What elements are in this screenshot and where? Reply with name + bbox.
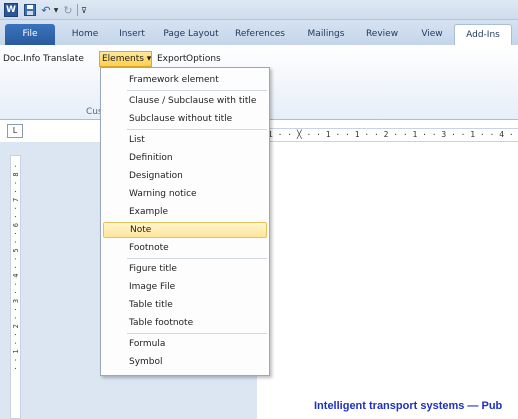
- export-menu[interactable]: Export: [157, 51, 186, 67]
- word-icon[interactable]: W: [4, 3, 18, 17]
- menu-item-list[interactable]: List: [103, 132, 267, 148]
- document-title-text[interactable]: Intelligent transport systems — Pub: [314, 400, 502, 412]
- tab-references[interactable]: References: [232, 24, 288, 45]
- menu-separator: [127, 90, 267, 91]
- vertical-ruler[interactable]: · · 1 · · 2 · · 3 · · 4 · · 5 · · 6 · · …: [10, 155, 21, 419]
- tab-home[interactable]: Home: [68, 24, 102, 45]
- tab-mailings[interactable]: Mailings: [306, 24, 346, 45]
- tab-page-layout[interactable]: Page Layout: [162, 24, 220, 45]
- menu-separator: [127, 333, 267, 334]
- undo-icon[interactable]: ↶: [40, 3, 52, 17]
- menu-item-symbol[interactable]: Symbol: [103, 354, 267, 370]
- vertical-ruler-marks: · · 1 · · 2 · · 3 · · 4 · · 5 · · 6 · · …: [12, 164, 20, 371]
- tab-review[interactable]: Review: [365, 24, 399, 45]
- menu-separator: [127, 258, 267, 259]
- tab-add-ins[interactable]: Add-Ins: [454, 24, 512, 45]
- tab-file[interactable]: File: [5, 24, 55, 45]
- menu-item-formula[interactable]: Formula: [103, 336, 267, 352]
- options-menu[interactable]: Options: [186, 51, 221, 67]
- ribbon-tabs: File Home Insert Page Layout References …: [0, 20, 518, 45]
- toolbar-separator: [77, 4, 78, 16]
- customize-icon[interactable]: ⊽: [80, 3, 88, 17]
- document-page[interactable]: [257, 142, 518, 419]
- menu-item-clause-with-title[interactable]: Clause / Subclause with title: [103, 93, 267, 109]
- horizontal-ruler[interactable]: 1 · · ╳ · · 1 · · 1 · · 2 · · 1 · · 3 · …: [268, 128, 518, 142]
- translate-menu[interactable]: Translate: [43, 51, 84, 67]
- menu-item-framework-element[interactable]: Framework element: [103, 72, 267, 88]
- menu-item-warning-notice[interactable]: Warning notice: [103, 186, 267, 202]
- menu-item-designation[interactable]: Designation: [103, 168, 267, 184]
- quick-access-toolbar: W ↶ ▼ ↻ ⊽: [0, 0, 518, 20]
- undo-dropdown-icon[interactable]: ▼: [53, 3, 59, 17]
- menu-item-example[interactable]: Example: [103, 204, 267, 220]
- redo-icon[interactable]: ↻: [62, 3, 74, 17]
- menu-item-figure-title[interactable]: Figure title: [103, 261, 267, 277]
- menu-item-note[interactable]: Note: [103, 222, 267, 238]
- elements-dropdown-menu: Framework element Clause / Subclause wit…: [100, 67, 270, 376]
- tab-insert[interactable]: Insert: [114, 24, 150, 45]
- menu-item-footnote[interactable]: Footnote: [103, 240, 267, 256]
- tab-selector-button[interactable]: L: [7, 124, 23, 138]
- elements-menu[interactable]: Elements ▾: [99, 51, 152, 67]
- docinfo-menu[interactable]: Doc.Info: [3, 51, 40, 67]
- menu-item-table-title[interactable]: Table title: [103, 297, 267, 313]
- save-icon[interactable]: [23, 3, 36, 17]
- menu-item-image-file[interactable]: Image File: [103, 279, 267, 295]
- menu-item-subclause-without-title[interactable]: Subclause without title: [103, 111, 267, 127]
- menu-item-definition[interactable]: Definition: [103, 150, 267, 166]
- menu-item-table-footnote[interactable]: Table footnote: [103, 315, 267, 331]
- menu-separator: [127, 129, 267, 130]
- tab-view[interactable]: View: [418, 24, 446, 45]
